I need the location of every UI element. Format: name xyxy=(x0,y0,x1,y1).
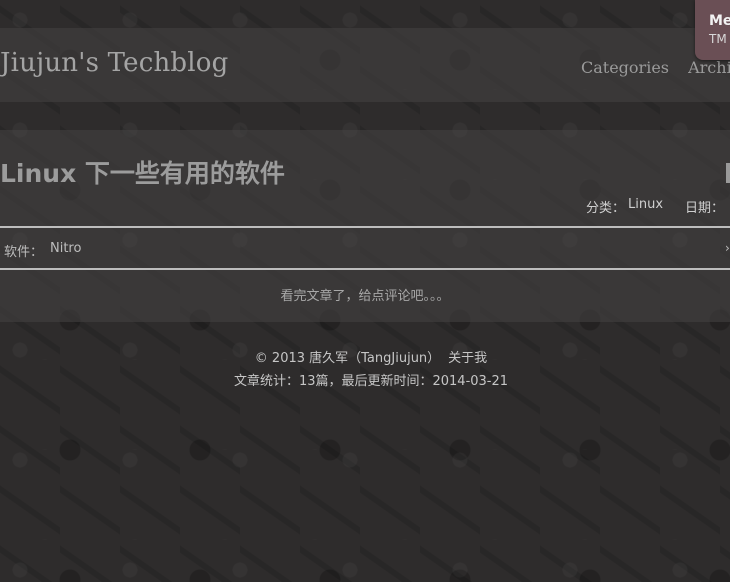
copyright-text: © 2013 唐久军（TangJiujun） xyxy=(254,351,441,366)
panel-edge-marker xyxy=(726,163,730,183)
category-link[interactable]: Linux xyxy=(628,197,663,212)
date-label: 日期： xyxy=(685,201,725,216)
nav-link-categories[interactable]: Categories xyxy=(581,58,669,77)
software-label: 软件： xyxy=(4,245,44,260)
software-name: Nitro xyxy=(50,241,82,256)
post-content-box: 软件： Nitro › xyxy=(0,226,730,270)
post-title: Linux 下一些有用的软件 xyxy=(0,159,285,188)
chevron-right-icon: › xyxy=(725,241,730,255)
badge-subtitle: TM xyxy=(709,32,727,46)
main-nav: Categories Archive xyxy=(581,58,730,77)
badge-title: Me xyxy=(709,13,730,29)
footer-stats: 文章统计：13篇，最后更新时间：2014-03-21 xyxy=(233,374,509,389)
nav-link-archive[interactable]: Archive xyxy=(688,58,730,77)
comment-prompt: 看完文章了，给点评论吧。。。 xyxy=(280,289,450,304)
category-label: 分类： xyxy=(586,201,626,216)
notification-badge[interactable]: Me TM xyxy=(695,0,730,60)
about-me-link[interactable]: 关于我 xyxy=(448,351,487,366)
site-title[interactable]: Jiujun's Techblog xyxy=(0,48,228,78)
footer-copyright-line: © 2013 唐久军（TangJiujun） 关于我 xyxy=(0,347,730,366)
